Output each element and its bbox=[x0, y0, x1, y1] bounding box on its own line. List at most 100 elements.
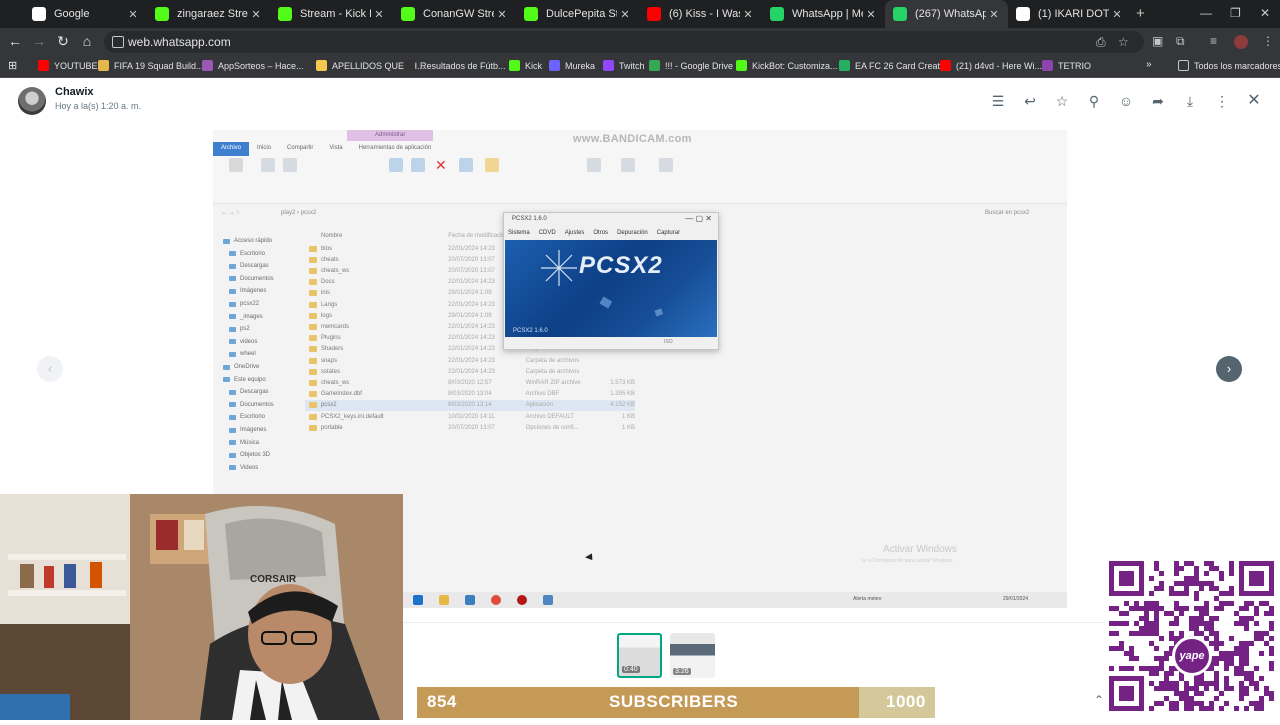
tab-close-icon[interactable]: ✕ bbox=[617, 8, 633, 21]
avatar[interactable] bbox=[18, 87, 46, 115]
apps-grid-icon[interactable]: ⊞ bbox=[8, 59, 17, 72]
file-icon bbox=[309, 368, 317, 375]
pcsx2-window: PCSX2 1.6.0 — ▢ ✕ Sistema CDVD Ajustes O… bbox=[503, 212, 719, 350]
browser-tab[interactable]: (1) IKARI DOTA on X✕ bbox=[1008, 0, 1131, 28]
browser-tab[interactable]: Stream - Kick Dashbo✕ bbox=[270, 0, 393, 28]
media-control-icon[interactable]: ≡ bbox=[1210, 34, 1217, 48]
bookmark-star-icon[interactable]: ☆ bbox=[1118, 35, 1129, 49]
qr-module bbox=[1244, 686, 1249, 691]
tab-close-icon[interactable]: ✕ bbox=[371, 8, 387, 21]
tab-close-icon[interactable]: ✕ bbox=[494, 8, 510, 21]
react-emoji-icon[interactable]: ☺ bbox=[1118, 93, 1134, 109]
more-bookmarks-icon[interactable]: » bbox=[1146, 59, 1152, 70]
minimize-icon[interactable]: — bbox=[1200, 6, 1212, 20]
qr-module bbox=[1239, 671, 1244, 676]
go-to-message-icon[interactable]: ☰ bbox=[990, 93, 1006, 109]
browser-tab[interactable]: DulcePepita Stream✕ bbox=[516, 0, 639, 28]
browser-tab[interactable]: zingaraez Stream - K✕ bbox=[147, 0, 270, 28]
qr-module bbox=[1239, 661, 1244, 666]
browser-tab[interactable]: (267) WhatsApp✕ bbox=[885, 0, 1008, 28]
media-thumbnail[interactable]: 0:40 bbox=[617, 633, 662, 678]
ribbon-tab: Inicio bbox=[257, 145, 272, 151]
tab-close-icon[interactable]: ✕ bbox=[1109, 8, 1125, 21]
file-date: 20/07/2020 13:07 bbox=[448, 424, 495, 431]
file-row: PCSX2_keys.ini.default 10/02/2020 14:11 Ar… bbox=[305, 411, 635, 422]
bookmark-item[interactable]: Resultados de Fútb... bbox=[404, 60, 506, 71]
manage-tab: Administrar bbox=[347, 130, 433, 141]
bookmark-item[interactable]: FIFA 19 Squad Build... bbox=[98, 60, 204, 71]
browser-tab[interactable]: (6) Kiss - I Was Made✕ bbox=[639, 0, 762, 28]
bookmark-item[interactable]: (21) d4vd - Here Wi... bbox=[940, 60, 1042, 71]
site-info-icon[interactable] bbox=[112, 36, 124, 48]
explorer-sidebar-label: Documentos bbox=[240, 401, 274, 408]
explorer-path: play2 › pcsx2 bbox=[281, 210, 317, 216]
url-text[interactable]: web.whatsapp.com bbox=[128, 35, 231, 49]
download-icon[interactable]: ⤓ bbox=[1182, 93, 1198, 109]
sender-name[interactable]: Chawix bbox=[55, 86, 94, 98]
previous-media-button[interactable]: ‹ bbox=[37, 356, 63, 382]
address-bar[interactable]: web.whatsapp.com ⎙ ☆ bbox=[104, 31, 1144, 53]
qr-module bbox=[1224, 666, 1229, 671]
install-app-icon[interactable]: ⎙ bbox=[1096, 35, 1106, 50]
bookmark-favicon-icon bbox=[509, 60, 520, 71]
qr-module bbox=[1219, 601, 1224, 606]
folder-icon bbox=[223, 364, 230, 370]
webcam-overlay: CORSAIR bbox=[0, 494, 403, 720]
qr-module bbox=[1134, 656, 1139, 661]
file-name: Langs bbox=[320, 301, 338, 308]
bookmark-item[interactable]: YOUTUBE bbox=[38, 60, 98, 71]
forward-icon[interactable]: ➦ bbox=[1150, 93, 1166, 109]
tab-close-icon[interactable]: ✕ bbox=[740, 8, 756, 21]
explorer-sidebar-label: OneDrive bbox=[234, 364, 260, 370]
bookmark-item[interactable]: KickBot: Customiza... bbox=[736, 60, 838, 71]
tab-close-icon[interactable]: ✕ bbox=[986, 8, 1002, 21]
bookmark-item[interactable]: AppSorteos – Hace... bbox=[202, 60, 304, 71]
qr-module bbox=[1244, 651, 1249, 656]
star-icon[interactable]: ☆ bbox=[1054, 93, 1070, 109]
qr-module bbox=[1184, 581, 1189, 586]
file-type: Opciones de confi... bbox=[525, 424, 579, 431]
chrome-menu-icon[interactable]: ⋮ bbox=[1262, 34, 1274, 48]
bookmark-item[interactable]: Kick bbox=[509, 60, 542, 71]
back-icon[interactable]: ← bbox=[6, 33, 24, 49]
browser-tab[interactable]: Google ✕ bbox=[24, 0, 147, 28]
tab-close-icon[interactable]: ✕ bbox=[125, 8, 141, 21]
qr-module bbox=[1214, 686, 1219, 691]
bookmark-item[interactable]: !!! - Google Drive bbox=[649, 60, 733, 71]
extension-icon[interactable]: ▣ bbox=[1152, 34, 1163, 48]
forward-icon[interactable]: → bbox=[30, 33, 48, 49]
profile-avatar[interactable] bbox=[1234, 35, 1248, 49]
bookmark-item[interactable]: TETRIO bbox=[1042, 60, 1091, 71]
browser-tab[interactable]: WhatsApp | Mensaje✕ bbox=[762, 0, 885, 28]
bookmark-item[interactable]: Twitch bbox=[603, 60, 645, 71]
media-thumbnail[interactable]: 3:26 bbox=[670, 633, 715, 678]
qr-module bbox=[1149, 626, 1154, 631]
weather-alert: Alerta meteo bbox=[853, 596, 882, 602]
next-media-button[interactable]: › bbox=[1216, 356, 1242, 382]
bookmark-item[interactable]: Mureka bbox=[549, 60, 595, 71]
folder-icon bbox=[229, 351, 236, 357]
close-window-icon[interactable]: ✕ bbox=[1260, 6, 1270, 20]
bookmark-item[interactable]: EA FC 26 Card Creat... bbox=[839, 60, 948, 71]
explorer-sidebar-item: _images bbox=[229, 314, 263, 320]
pin-icon[interactable]: ⚲ bbox=[1086, 93, 1102, 109]
tab-close-icon[interactable]: ✕ bbox=[248, 8, 264, 21]
qr-module bbox=[1204, 611, 1209, 616]
more-options-icon[interactable]: ⋮ bbox=[1214, 93, 1230, 109]
close-viewer-icon[interactable]: ✕ bbox=[1246, 93, 1262, 109]
browser-tab[interactable]: ConanGW Stream - K✕ bbox=[393, 0, 516, 28]
reply-icon[interactable]: ↩ bbox=[1022, 93, 1038, 109]
home-icon[interactable]: ⌂ bbox=[78, 33, 96, 49]
all-bookmarks[interactable]: Todos los marcadores bbox=[1178, 60, 1280, 71]
maximize-icon[interactable]: ❐ bbox=[1230, 6, 1241, 20]
qr-module bbox=[1269, 621, 1274, 626]
new-tab-button[interactable]: + bbox=[1136, 5, 1145, 22]
extensions-puzzle-icon[interactable]: ⧉ bbox=[1176, 34, 1185, 49]
chevron-up-icon[interactable]: ⌃ bbox=[1094, 693, 1104, 707]
qr-module bbox=[1209, 566, 1214, 571]
qr-module bbox=[1224, 656, 1229, 661]
reload-icon[interactable]: ↻ bbox=[54, 33, 72, 50]
qr-module bbox=[1194, 591, 1199, 596]
qr-module bbox=[1249, 676, 1254, 681]
tab-close-icon[interactable]: ✕ bbox=[863, 8, 879, 21]
